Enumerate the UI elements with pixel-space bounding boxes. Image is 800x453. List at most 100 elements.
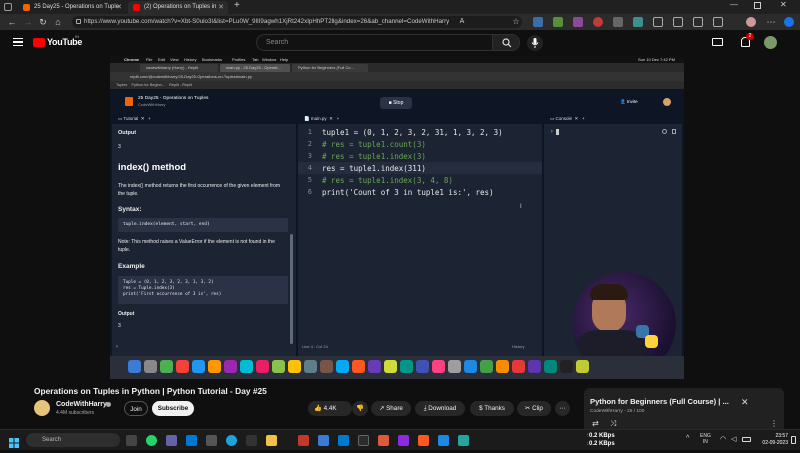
battery-icon[interactable] [742, 437, 751, 442]
dock-app-icon [448, 360, 461, 373]
shuffle-icon[interactable]: ⤨ [610, 419, 616, 429]
close-window-button[interactable]: ✕ [780, 0, 787, 9]
reload-button[interactable]: ↻ [37, 16, 49, 28]
dock-app-icon [192, 360, 205, 373]
lang-bottom: IN [702, 439, 708, 445]
windows-icon [9, 438, 19, 448]
browser-tab-youtube[interactable]: (2) Operations on Tuples in ✕ [128, 1, 228, 14]
back-button[interactable]: ← [6, 16, 18, 28]
taskbar-app-icon[interactable] [126, 435, 137, 446]
clip-button[interactable]: ✂ Clip [517, 401, 551, 416]
window-menu-icon[interactable] [4, 3, 12, 11]
close-tab-icon[interactable]: ✕ [116, 1, 122, 14]
dock-app-icon [272, 360, 285, 373]
extension-icon[interactable] [613, 17, 623, 27]
minimize-button[interactable]: — [730, 0, 738, 9]
channel-avatar[interactable] [34, 400, 50, 416]
favorite-star-icon[interactable]: ☆ [510, 16, 522, 28]
mac-bookmarks-bar: Tuples Python for Beginn... Replit - Rep… [110, 81, 684, 89]
taskbar-app-icon[interactable] [318, 435, 329, 446]
volume-icon[interactable]: ◁ [731, 435, 736, 443]
bing-icon[interactable] [784, 17, 794, 27]
subscribe-button[interactable]: Subscribe [152, 401, 194, 416]
voice-search-button[interactable] [527, 35, 543, 51]
clip-label: Clip [532, 405, 543, 412]
mac-tab: main.py - 25 Day25 - Operati... [220, 64, 290, 72]
playlist-menu-icon[interactable]: ⋮ [770, 419, 778, 428]
dock-app-icon [512, 360, 525, 373]
share-icon: ↗ [379, 405, 385, 412]
tray-overflow-icon[interactable]: ^ [686, 435, 689, 442]
split-screen-icon[interactable] [653, 17, 663, 27]
taskbar-app-icon[interactable] [146, 435, 157, 446]
taskbar-app-icon[interactable] [166, 435, 177, 446]
like-button[interactable]: 👍 4.4K [308, 401, 352, 416]
taskbar-app-icon[interactable] [358, 435, 369, 446]
notification-count-badge: 2 [746, 33, 754, 40]
channel-name[interactable]: CodeWithHarry [56, 401, 107, 408]
maximize-button[interactable] [754, 2, 761, 9]
language-indicator[interactable]: ENG IN [700, 433, 711, 445]
wifi-icon[interactable]: ◠ [720, 435, 726, 443]
extensions-icon[interactable] [713, 17, 723, 27]
thanks-button[interactable]: $ Thanks [470, 401, 514, 416]
extension-icon[interactable] [533, 17, 543, 27]
read-aloud-icon[interactable]: A [456, 16, 468, 28]
taskbar-search-box[interactable]: Search [26, 433, 120, 447]
tab-label: (2) Operations on Tuples in [144, 4, 217, 10]
mac-clock: Sun 10 Dec 7:42 PM [638, 57, 675, 62]
create-video-icon[interactable] [712, 38, 723, 46]
example-code-block: Tuple = (0, 1, 2, 3, 2, 3, 1, 3, 2) res … [118, 276, 288, 304]
taskbar-app-icon[interactable] [418, 435, 429, 446]
line-number: 2 [307, 140, 312, 148]
hamburger-menu-icon[interactable] [13, 38, 23, 46]
dock-app-icon [256, 360, 269, 373]
close-playlist-icon[interactable]: ✕ [741, 397, 749, 408]
start-button[interactable] [9, 435, 19, 448]
taskbar-app-icon[interactable] [266, 435, 277, 446]
dislike-button[interactable]: 👎 [352, 401, 368, 416]
home-button[interactable]: ⌂ [52, 16, 64, 28]
notification-center-icon[interactable] [791, 436, 796, 444]
url-field[interactable]: https://www.youtube.com/watch?v=Xbt-S0ul… [72, 16, 522, 28]
taskbar-app-icon[interactable] [246, 435, 257, 446]
subscribe-label: Subscribe [157, 405, 189, 412]
join-button[interactable]: Join [124, 401, 148, 416]
taskbar-app-icon[interactable] [206, 435, 217, 446]
dock-app-icon [128, 360, 141, 373]
taskbar-app-icon[interactable] [398, 435, 409, 446]
browser-tab-replit[interactable]: 25 Day25 - Operations on Tuple ✕ [18, 1, 126, 14]
bookmark: Tuples [116, 83, 128, 87]
account-avatar[interactable] [764, 36, 777, 49]
search-input[interactable]: Search [256, 34, 496, 51]
taskbar-app-icon[interactable] [458, 435, 469, 446]
more-options-icon[interactable]: ⋯ [765, 16, 777, 28]
output-value: 3 [118, 144, 121, 150]
dock-app-icon [384, 360, 397, 373]
extension-icon[interactable] [633, 17, 643, 27]
taskbar-app-icon[interactable] [298, 435, 309, 446]
close-tab-icon[interactable]: ✕ [218, 1, 224, 14]
clock[interactable]: 23:57 02-09-2023 [758, 433, 788, 447]
playlist-title[interactable]: Python for Beginners (Full Course) | ... [590, 397, 729, 406]
extension-icon[interactable] [573, 17, 583, 27]
mac-tab: codewithharry (Harry) - Replit [140, 64, 218, 72]
taskbar-app-icon[interactable] [378, 435, 389, 446]
loop-icon[interactable]: ⇄ [592, 419, 599, 428]
taskbar-app-icon[interactable] [438, 435, 449, 446]
video-player[interactable]: Chrome File Edit View History Bookmarks … [110, 56, 684, 379]
download-button[interactable]: ⤓ Download [415, 401, 465, 416]
vscode-taskbar-icon[interactable] [338, 435, 349, 446]
taskbar-app-icon[interactable] [186, 435, 197, 446]
profile-avatar[interactable] [746, 17, 756, 27]
extension-icon[interactable] [553, 17, 563, 27]
edge-taskbar-icon[interactable] [226, 435, 237, 446]
collections-icon[interactable] [693, 17, 703, 27]
share-button[interactable]: ↗ Share [371, 401, 411, 416]
favorites-icon[interactable] [673, 17, 683, 27]
more-actions-button[interactable]: ⋯ [555, 401, 570, 416]
forward-button[interactable]: → [22, 16, 34, 28]
extension-icon[interactable] [593, 17, 603, 27]
new-tab-button[interactable]: + [234, 0, 240, 11]
search-button[interactable] [492, 34, 520, 51]
